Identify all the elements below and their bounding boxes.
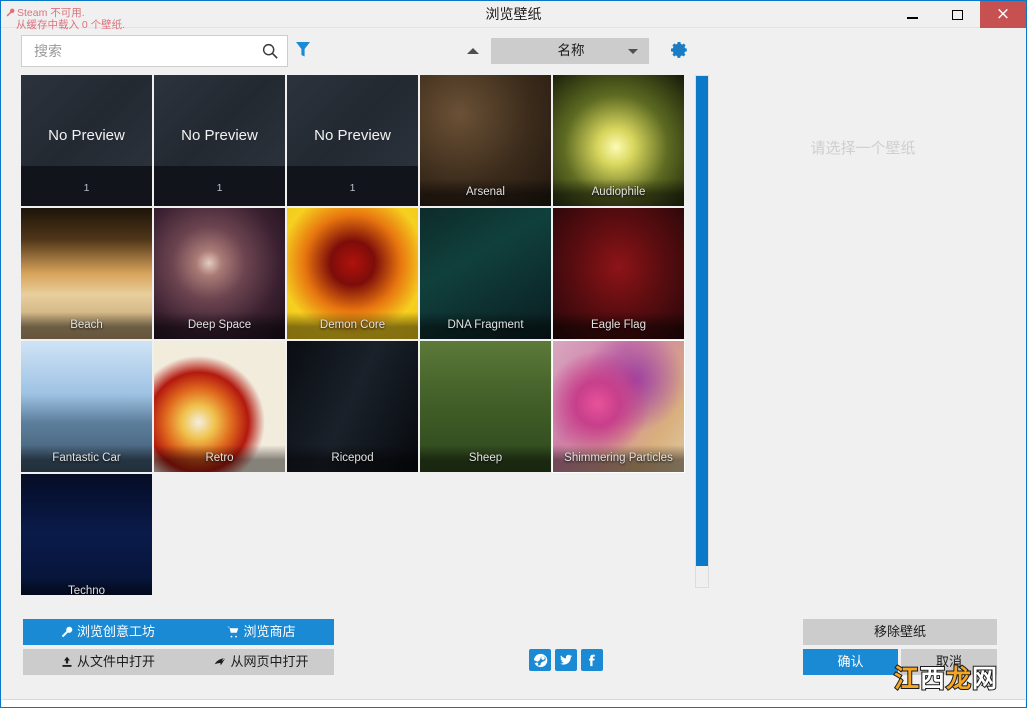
wallpaper-tile[interactable]: Fantastic Car [21, 341, 152, 472]
confirm-label: 确认 [837, 654, 864, 669]
steam-status-message: Steam 不可用. 从缓存中载入 0 个壁纸. [6, 7, 125, 31]
confirm-button[interactable]: 确认 [803, 649, 898, 675]
open-from-file-label: 从文件中打开 [76, 654, 155, 669]
preview-panel: 请选择一个壁纸 [713, 75, 1013, 595]
no-preview-label: No Preview [181, 127, 258, 144]
wallpaper-tile[interactable]: Sheep [420, 341, 551, 472]
sort-by-value: 名称 [557, 43, 585, 58]
open-from-web-button[interactable]: 从网页中打开 [189, 649, 334, 675]
wallpaper-tile-label: Ricepod [287, 445, 418, 472]
wrench-icon [61, 621, 73, 647]
wallpaper-thumbnail [21, 474, 152, 595]
search-icon[interactable] [261, 42, 279, 60]
open-from-web-label: 从网页中打开 [230, 654, 309, 669]
maximize-button[interactable] [935, 1, 980, 28]
grid-scrollbar[interactable] [695, 75, 709, 588]
sort-ascending-icon [467, 48, 479, 54]
sort-by-select[interactable]: 名称 [491, 38, 649, 64]
no-preview-label: No Preview [314, 127, 391, 144]
wallpaper-tile-label: Eagle Flag [553, 312, 684, 339]
wallpaper-tile-count: 1 [216, 182, 223, 194]
bottom-strip [2, 699, 1025, 707]
minimize-icon [907, 16, 918, 19]
wallpaper-tile-label: Sheep [420, 445, 551, 472]
title-bar: 浏览壁纸 × [1, 1, 1026, 28]
twitter-icon[interactable] [555, 649, 577, 671]
steam-unavailable-line: Steam 不可用. [6, 7, 125, 19]
wallpaper-tile[interactable]: Eagle Flag [553, 208, 684, 339]
cancel-button[interactable]: 取消 [901, 649, 997, 675]
wallpaper-tile-label: Arsenal [420, 179, 551, 206]
browse-store-button[interactable]: 浏览商店 [189, 619, 334, 645]
wallpaper-tile-label: Fantastic Car [21, 445, 152, 472]
open-from-file-button[interactable]: 从文件中打开 [23, 649, 193, 675]
minimize-button[interactable] [890, 1, 935, 28]
wrench-icon [6, 8, 15, 17]
steam-unavailable-text: Steam 不可用. [17, 7, 85, 19]
wallpaper-tile-label: Retro [154, 445, 285, 472]
window-title: 浏览壁纸 [485, 6, 542, 22]
cache-loaded-text: 从缓存中载入 0 个壁纸. [16, 19, 126, 31]
no-preview-label: No Preview [48, 127, 125, 144]
remove-wallpaper-label: 移除壁纸 [873, 624, 926, 639]
wallpaper-tile[interactable]: Ricepod [287, 341, 418, 472]
wallpaper-tile-count: 1 [83, 182, 90, 194]
sort-direction-button[interactable] [461, 43, 485, 59]
shopping-cart-icon [227, 621, 239, 647]
arrow-right-icon [214, 651, 226, 677]
wallpaper-tile[interactable]: Techno [21, 474, 152, 595]
wallpaper-tile[interactable]: Retro [154, 341, 285, 472]
wallpaper-tile-label: Deep Space [154, 312, 285, 339]
wallpaper-tile-label: Demon Core [287, 312, 418, 339]
gear-icon[interactable] [669, 40, 689, 60]
wallpaper-tile-label: Audiophile [553, 179, 684, 206]
close-icon: × [995, 4, 1011, 24]
maximize-icon [952, 9, 963, 20]
facebook-icon[interactable] [581, 649, 603, 671]
wallpaper-tile[interactable]: Audiophile [553, 75, 684, 206]
wallpaper-tile[interactable]: No Preview 1 [287, 75, 418, 206]
social-links [529, 649, 603, 671]
remove-wallpaper-button[interactable]: 移除壁纸 [803, 619, 997, 645]
wallpaper-tile-label: DNA Fragment [420, 312, 551, 339]
cancel-label: 取消 [935, 654, 962, 669]
browse-store-label: 浏览商店 [243, 624, 296, 639]
wallpaper-tile[interactable]: DNA Fragment [420, 208, 551, 339]
search-input[interactable] [32, 36, 257, 66]
search-box[interactable] [21, 35, 288, 67]
close-button[interactable]: × [980, 1, 1026, 28]
wallpaper-tile[interactable]: Deep Space [154, 208, 285, 339]
steam-icon[interactable] [529, 649, 551, 671]
wallpaper-tile[interactable]: Shimmering Particles [552, 340, 685, 473]
wallpaper-tile[interactable]: Demon Core [287, 208, 418, 339]
browse-wallpaper-window: 浏览壁纸 × Steam 不可用. 从缓存中载入 0 个壁纸. 搜索 名称 No… [0, 0, 1027, 708]
wallpaper-tile-count: 1 [349, 182, 356, 194]
wallpaper-tile[interactable]: Arsenal [420, 75, 551, 206]
upload-icon [61, 651, 73, 677]
wallpaper-tile-label: Shimmering Particles [553, 445, 684, 472]
preview-empty-message: 请选择一个壁纸 [810, 140, 916, 157]
browse-workshop-button[interactable]: 浏览创意工坊 [23, 619, 193, 645]
wallpaper-tile[interactable]: No Preview 1 [154, 75, 285, 206]
chevron-down-icon [628, 49, 638, 54]
filter-funnel-icon[interactable] [295, 41, 311, 59]
wallpaper-tile-label: Techno [21, 578, 152, 595]
wallpaper-tile-label: Beach [21, 312, 152, 339]
browse-workshop-label: 浏览创意工坊 [76, 624, 155, 639]
grid-scrollbar-thumb[interactable] [696, 76, 708, 566]
wallpaper-tile[interactable]: Beach [21, 208, 152, 339]
wallpaper-tile[interactable]: No Preview 1 [21, 75, 152, 206]
wallpaper-grid-panel: No Preview 1 No Preview 1 No Preview 1 Arsenal… [21, 75, 689, 595]
